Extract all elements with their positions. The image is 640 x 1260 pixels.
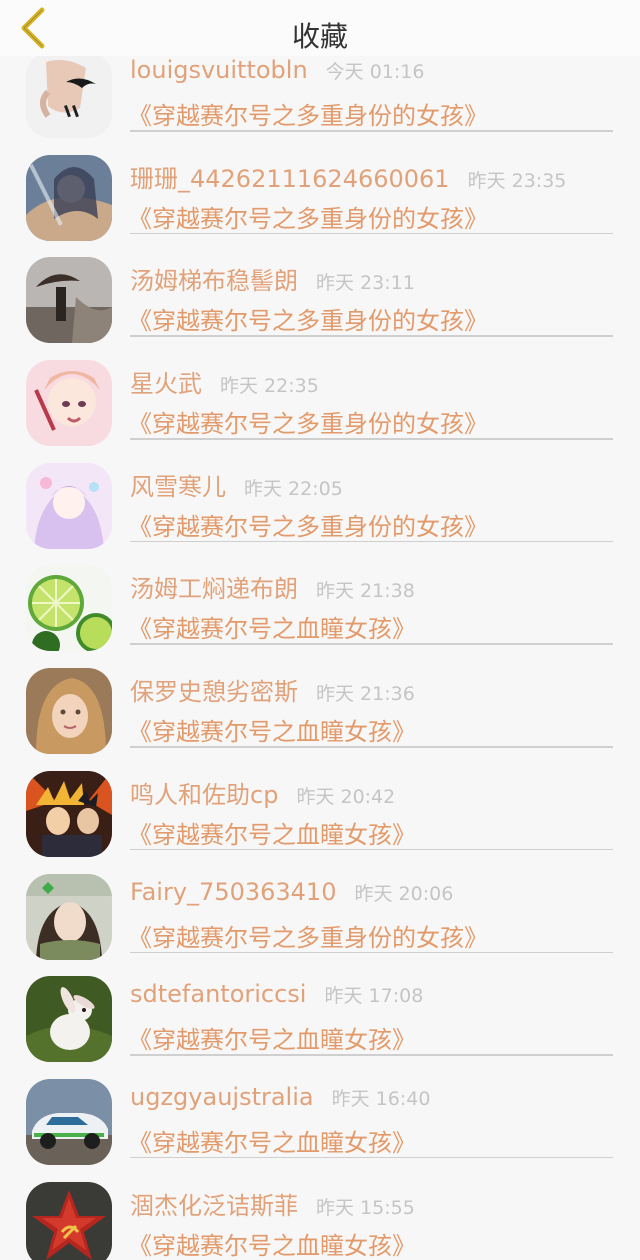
list-item[interactable]: 保罗史憩劣密斯 昨天 21:36 《穿越赛尔号之血瞳女孩》 [0,666,640,769]
book-title-link[interactable]: 《穿越赛尔号之血瞳女孩》 [128,1020,416,1055]
avatar[interactable] [26,52,112,138]
divider [130,335,613,337]
book-title-link[interactable]: 《穿越赛尔号之血瞳女孩》 [128,609,416,644]
divider [130,746,613,748]
book-title-link[interactable]: 《穿越赛尔号之多重身份的女孩》 [128,301,488,336]
avatar[interactable] [26,462,112,549]
user-name: 珊珊_44262111624660061 昨天 23:35 [130,164,567,193]
avatar[interactable] [26,1078,112,1165]
timestamp: 昨天 20:06 [354,882,454,905]
user-name: 汤姆工焖递布朗 昨天 21:38 [130,575,415,604]
divider [130,540,613,543]
divider [130,130,613,132]
page-title: 收藏 [291,20,348,53]
book-title-link[interactable]: 《穿越赛尔号之多重身份的女孩》 [128,96,488,131]
user-name: ugzgyaujstralia 昨天 16:40 [130,1082,431,1111]
list-item[interactable]: 汤姆梯布稳髻朗 昨天 23:11 《穿越赛尔号之多重身份的女孩》 [0,255,640,358]
timestamp: 昨天 23:11 [316,272,415,295]
user-name: 风雪寒儿 昨天 22:05 [130,472,343,501]
user-name: 保罗史憩劣密斯 昨天 21:36 [130,678,415,707]
divider [130,848,613,851]
list-item[interactable]: 鸣人和佐助cp 昨天 20:42 《穿越赛尔号之血瞳女孩》 [0,769,640,872]
list-item[interactable]: sdtefantoriccsi 昨天 17:08 《穿越赛尔号之血瞳女孩》 [0,974,640,1077]
timestamp: 昨天 15:55 [316,1196,415,1219]
avatar[interactable] [26,257,112,344]
divider [130,1156,613,1159]
list-item[interactable]: 汤姆工焖递布朗 昨天 21:38 《穿越赛尔号之血瞳女孩》 [0,563,640,666]
timestamp: 昨天 23:35 [467,169,567,192]
avatar[interactable] [26,976,112,1063]
list-item[interactable]: 涸杰化泛诘斯菲 昨天 15:55 《穿越赛尔号之血瞳女孩》 [0,1180,640,1260]
book-title-link[interactable]: 《穿越赛尔号之多重身份的女孩》 [128,507,488,542]
avatar[interactable] [26,1181,112,1260]
list-item[interactable]: Fairy_750363410 昨天 20:06 《穿越赛尔号之多重身份的女孩》 [0,872,640,975]
book-title-link[interactable]: 《穿越赛尔号之多重身份的女孩》 [128,918,488,953]
user-name: louigsvuittobln 今天 01:16 [130,56,425,84]
timestamp: 昨天 16:40 [331,1087,431,1110]
list-item[interactable]: ugzgyaujstralia 昨天 16:40 《穿越赛尔号之血瞳女孩》 [0,1077,640,1180]
divider [130,438,613,440]
favorites-screen: 收藏 louigsvuittobln 今天 01:16 《穿越赛尔号之多重身份的女… [0,0,640,1260]
timestamp: 昨天 21:38 [316,580,415,603]
user-name: sdtefantoriccsi 昨天 17:08 [130,980,424,1009]
avatar[interactable] [26,668,112,755]
avatar[interactable] [26,360,112,447]
timestamp: 昨天 17:08 [324,985,424,1008]
book-title-link[interactable]: 《穿越赛尔号之多重身份的女孩》 [128,404,488,439]
avatar[interactable] [26,873,112,960]
user-name: 涸杰化泛诘斯菲 昨天 15:55 [130,1191,415,1220]
avatar[interactable] [26,770,112,857]
divider [130,1054,613,1056]
user-name: 星火武 昨天 22:35 [130,370,319,399]
divider [130,232,613,235]
timestamp: 今天 01:16 [325,61,425,83]
avatar[interactable] [26,565,112,652]
book-title-link[interactable]: 《穿越赛尔号之血瞳女孩》 [128,815,416,850]
book-title-link[interactable]: 《穿越赛尔号之血瞳女孩》 [128,1123,416,1158]
user-name: 鸣人和佐助cp 昨天 20:42 [130,780,396,809]
avatar[interactable] [26,154,112,241]
nav-bar: 收藏 [0,0,640,56]
user-name: 汤姆梯布稳髻朗 昨天 23:11 [130,267,415,296]
list-item[interactable]: 星火武 昨天 22:35 《穿越赛尔号之多重身份的女孩》 [0,358,640,461]
list-item[interactable]: 珊珊_44262111624660061 昨天 23:35 《穿越赛尔号之多重身份… [0,153,640,256]
list-item[interactable]: louigsvuittobln 今天 01:16 《穿越赛尔号之多重身份的女孩》 [0,50,640,153]
book-title-link[interactable]: 《穿越赛尔号之血瞳女孩》 [128,712,416,747]
timestamp: 昨天 22:05 [244,477,343,500]
book-title-link[interactable]: 《穿越赛尔号之血瞳女孩》 [128,1226,416,1260]
book-title-link[interactable]: 《穿越赛尔号之多重身份的女孩》 [128,199,488,234]
divider [130,643,613,645]
favorites-list: louigsvuittobln 今天 01:16 《穿越赛尔号之多重身份的女孩》 … [0,50,640,1260]
user-name: Fairy_750363410 昨天 20:06 [130,877,454,906]
divider [130,951,613,953]
list-item[interactable]: 风雪寒儿 昨天 22:05 《穿越赛尔号之多重身份的女孩》 [0,461,640,564]
timestamp: 昨天 21:36 [316,683,415,706]
timestamp: 昨天 22:35 [220,375,319,398]
timestamp: 昨天 20:42 [296,785,396,808]
